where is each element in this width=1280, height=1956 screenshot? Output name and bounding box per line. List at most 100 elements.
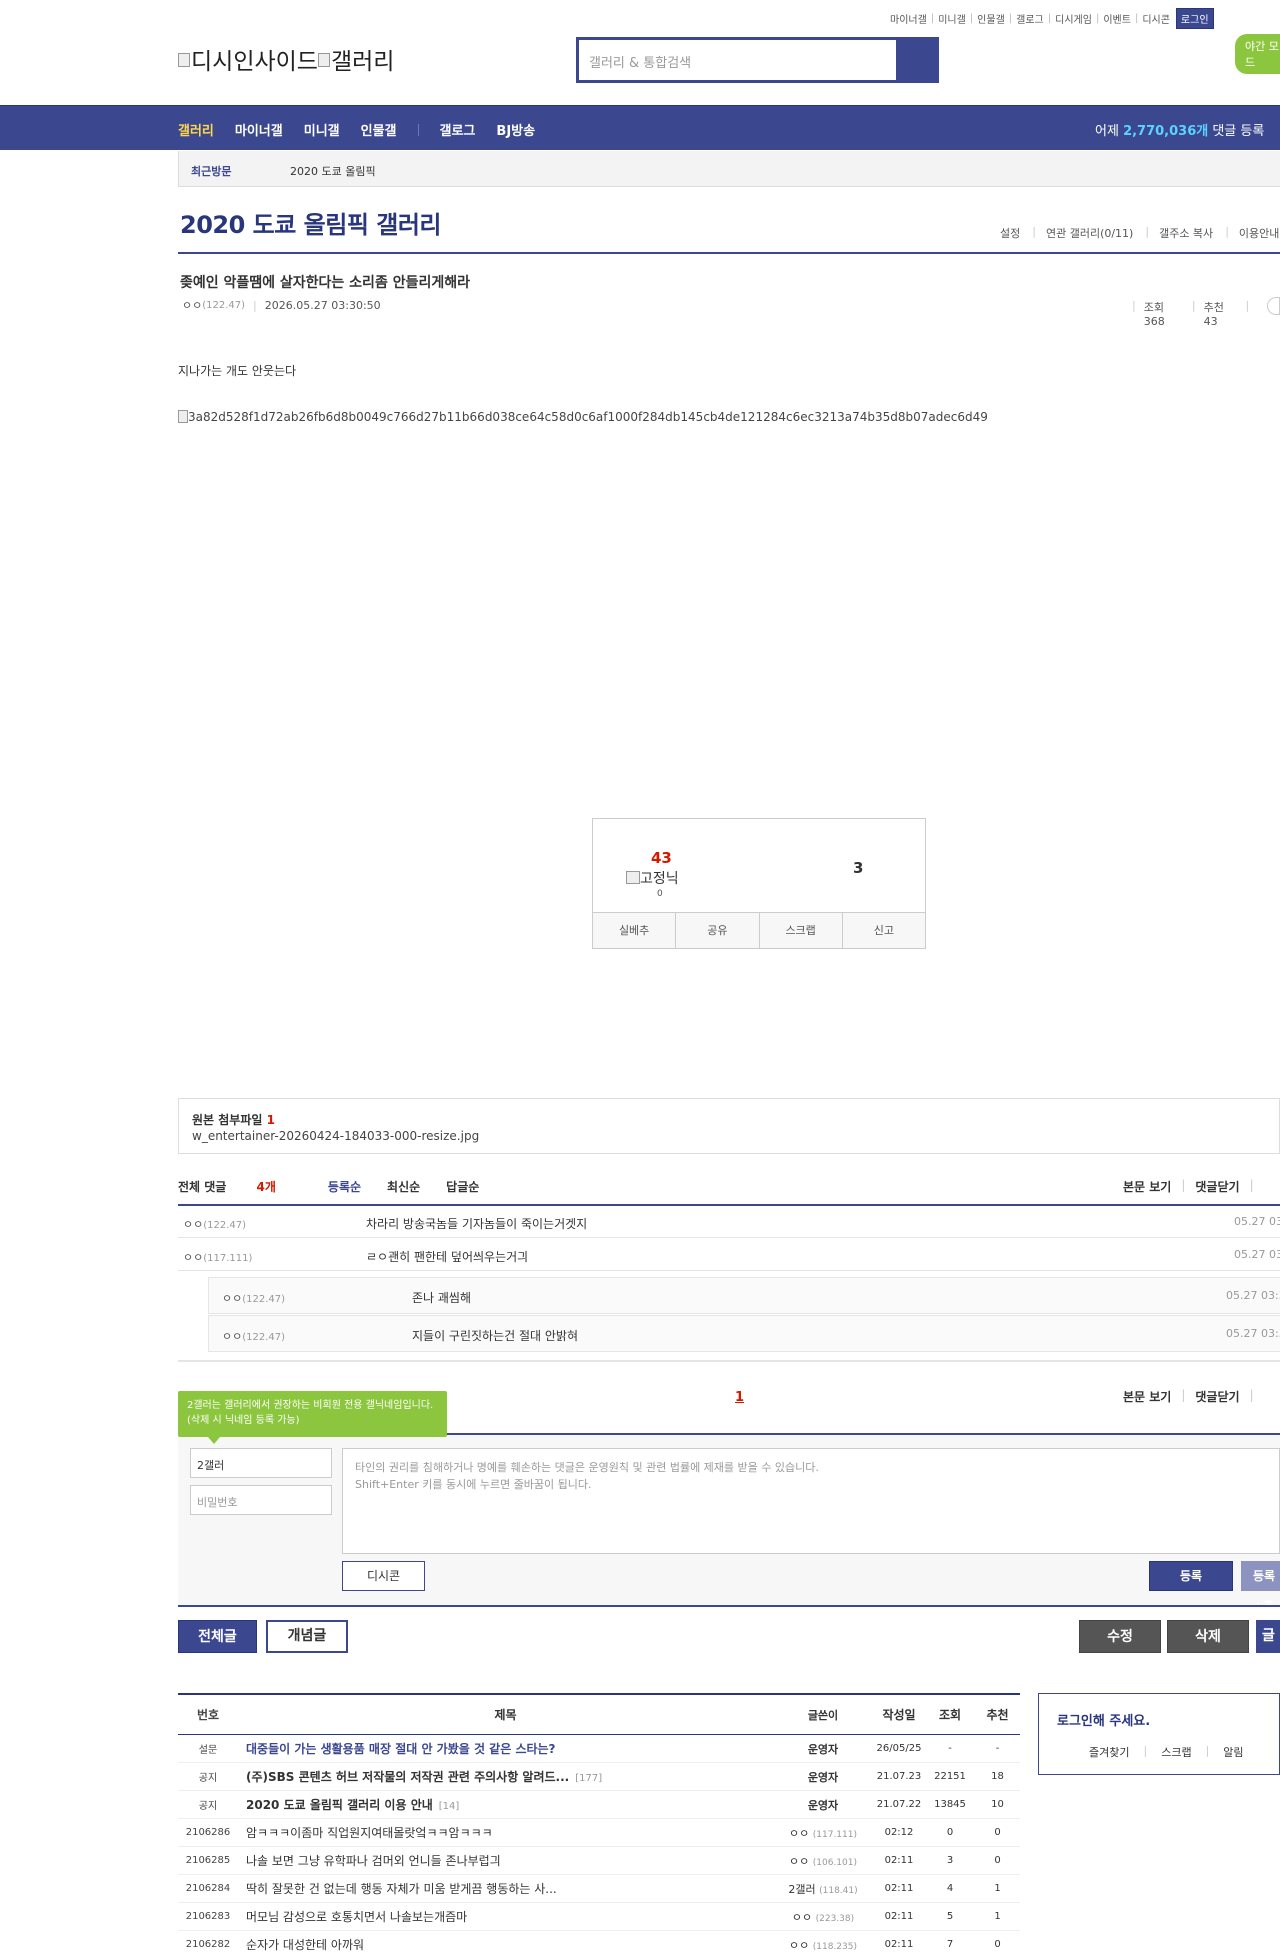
comment-textarea[interactable]: 타인의 권리를 침해하거나 명예를 훼손하는 댓글은 운영원칙 및 관련 법률에… (342, 1448, 1280, 1554)
post-row[interactable]: 2106285 나솔 보면 그냥 유학파나 검머외 언니들 존나부럽긔 ㅇㅇ (10… (178, 1847, 1020, 1875)
search-input[interactable]: 갤러리 & 통합검색 (579, 40, 896, 80)
view-body-button[interactable]: 본문 보기 (1123, 1178, 1171, 1195)
post-row-date: 02:11 (884, 1939, 914, 1950)
attachment-file[interactable]: w_entertainer-20260424-184033-000-resize… (192, 1129, 479, 1143)
best-recommend-button[interactable]: 실베추 (593, 913, 677, 948)
topbar-link-event[interactable]: 이벤트 (1103, 11, 1131, 26)
post-row-num: 공지 (198, 1773, 218, 1784)
post-row[interactable]: 2106282 순자가 대성한테 아까워 ㅇㅇ (118.235) 02:11 7 0 (178, 1931, 1020, 1956)
reply-count[interactable]: [177] (575, 1773, 602, 1784)
post-row-title[interactable]: 딱히 잘못한 건 없는데 행동 자체가 미움 받게끔 행동하는 사... (238, 1880, 773, 1897)
comment-page-link[interactable]: 1 (735, 1390, 744, 1405)
recommend-down-count[interactable]: 3 (853, 859, 863, 877)
post-row-title[interactable]: 대중들이 가는 생활용품 매장 절대 안 가봤을 것 같은 스타는? (238, 1740, 773, 1757)
post-row-date: 02:12 (884, 1827, 914, 1838)
nav-bj[interactable]: BJ방송 (496, 120, 535, 139)
nav-person[interactable]: 인물갤 (361, 120, 397, 139)
report-button[interactable]: 신고 (843, 913, 925, 948)
nickname-input[interactable]: 2갤러 (190, 1448, 332, 1478)
topbar-link-person[interactable]: 인물갤 (977, 11, 1005, 26)
post-row-writer[interactable]: ㅇㅇ (223.38) (773, 1909, 873, 1925)
post-author[interactable]: ㅇㅇ (182, 297, 202, 313)
site-logo[interactable]: 디시인사이드 갤러리 (178, 42, 394, 76)
topbar-link-game[interactable]: 디시게임 (1055, 11, 1092, 26)
recent-visit-item[interactable]: 2020 도쿄 올림픽 (290, 163, 376, 179)
notification-link[interactable]: 알림 (1223, 1744, 1243, 1760)
nav-mini[interactable]: 미니갤 (304, 120, 340, 139)
writer-ip: (106.101) (812, 1857, 857, 1868)
close-comments-button[interactable]: 댓글닫기 (1195, 1178, 1239, 1195)
post-row-title[interactable]: (주)SBS 콘텐츠 허브 저작물의 저작권 관련 주의사항 알려드... [17… (238, 1768, 773, 1785)
usage-guide-link[interactable]: 이용안내 (1239, 225, 1279, 241)
register-button[interactable]: 등록 (1149, 1561, 1233, 1591)
post-row-writer[interactable]: 운영자 (773, 1741, 873, 1757)
post-row-writer[interactable]: ㅇㅇ (118.235) (773, 1937, 873, 1953)
post-image[interactable]: 3a82d528f1d72ab26fb6d8b0049c766d27b11b66… (178, 410, 988, 424)
post-row[interactable]: 2106283 머모님 감성으로 호통치면서 나솔보는개즘마 ㅇㅇ (223.38)… (178, 1903, 1020, 1931)
post-row-num: 공지 (198, 1801, 218, 1812)
post-row-date: 02:11 (884, 1883, 914, 1894)
post-row-writer[interactable]: 2갤러 (118.41) (773, 1881, 873, 1897)
login-button[interactable]: 로그인 (1175, 8, 1214, 29)
login-box: 로그인해 주세요. 즐겨찾기 | 스크랩 | 알림 (1038, 1693, 1280, 1775)
post-row-writer[interactable]: 운영자 (773, 1769, 873, 1785)
gallery-links: 설정 | 연관 갤러리(0/11) | 갤주소 복사 | 이용안내 (1000, 225, 1280, 241)
close-comments-button[interactable]: 댓글닫기 (1195, 1388, 1239, 1405)
post-row[interactable]: 설문 대중들이 가는 생활용품 매장 절대 안 가봤을 것 같은 스타는? 운영자 2… (178, 1735, 1020, 1763)
topbar-link-dccon[interactable]: 디시콘 (1142, 11, 1170, 26)
post-row-title[interactable]: 2020 도쿄 올림픽 갤러리 이용 안내 [14] (238, 1796, 773, 1813)
post-row-title[interactable]: 암ㅋㅋㅋ이좀마 직업원지여태몰랏엌ㅋㅋ암ㅋㅋㅋ (238, 1824, 773, 1841)
gallery-settings-link[interactable]: 설정 (1000, 225, 1020, 241)
top-utility-bar: 마이너갤 | 미니갤 | 인물갤 | 갤로그 | 디시게임 | 이벤트 | 디시콘 로그인 (890, 8, 1214, 29)
share-button[interactable]: 공유 (676, 913, 760, 948)
nav-gallog[interactable]: 갤로그 (440, 120, 476, 139)
post-row[interactable]: 2106284 딱히 잘못한 건 없는데 행동 자체가 미움 받게끔 행동하는 사… (178, 1875, 1020, 1903)
post-row-writer[interactable]: ㅇㅇ (117.111) (773, 1825, 873, 1841)
reply-count[interactable]: [14] (439, 1801, 460, 1812)
scrap-link[interactable]: 스크랩 (1161, 1744, 1191, 1760)
topbar-link-minor[interactable]: 마이너갤 (890, 11, 927, 26)
copy-address-link[interactable]: 갤주소 복사 (1159, 225, 1213, 241)
related-gallery-link[interactable]: 연관 갤러리(0/11) (1046, 225, 1133, 241)
post-row-num: 2106284 (185, 1883, 231, 1894)
post-row-title[interactable]: 머모님 감성으로 호통치면서 나솔보는개즘마 (238, 1908, 773, 1925)
sort-registered[interactable]: 등록순 (328, 1178, 361, 1195)
concept-posts-button[interactable]: 개념글 (266, 1620, 348, 1653)
all-posts-button[interactable]: 전체글 (178, 1620, 257, 1653)
nav-divider (417, 123, 419, 136)
more-icon[interactable] (1267, 297, 1280, 315)
view-body-button[interactable]: 본문 보기 (1123, 1388, 1171, 1405)
login-prompt[interactable]: 로그인해 주세요. (1057, 1710, 1150, 1729)
delete-button[interactable]: 삭제 (1167, 1620, 1249, 1653)
nav-minor[interactable]: 마이너갤 (235, 120, 283, 139)
topbar-link-mini[interactable]: 미니갤 (938, 11, 966, 26)
broken-image-icon (178, 53, 190, 67)
post-row[interactable]: 2106286 암ㅋㅋㅋ이좀마 직업원지여태몰랏엌ㅋㅋ암ㅋㅋㅋ ㅇㅇ (117.11… (178, 1819, 1020, 1847)
post-row[interactable]: 공지 2020 도쿄 올림픽 갤러리 이용 안내 [14] 운영자 21.07.22 13… (178, 1791, 1020, 1819)
post-row-rec: - (995, 1743, 1000, 1754)
night-mode-button[interactable]: 야간 모드 (1235, 34, 1280, 74)
post-stats: | 조회 368 | 추천 43 | (1124, 297, 1280, 328)
post-row-title[interactable]: 나솔 보면 그냥 유학파나 검머외 언니들 존나부럽긔 (238, 1852, 773, 1869)
search-button[interactable] (896, 40, 936, 80)
sort-replies[interactable]: 답글순 (446, 1178, 479, 1195)
sort-latest[interactable]: 최신순 (387, 1178, 420, 1195)
topbar-link-gallog[interactable]: 갤로그 (1016, 11, 1044, 26)
scrap-button[interactable]: 스크랩 (760, 913, 843, 948)
post-row-writer[interactable]: ㅇㅇ (106.101) (773, 1853, 873, 1869)
write-button[interactable]: 글쓰기 (1256, 1620, 1280, 1653)
post-list-header: 번호 제목 글쓴이 작성일 조회 추천 (178, 1695, 1020, 1735)
dccon-button[interactable]: 디시콘 (342, 1561, 425, 1591)
post-row-writer[interactable]: 운영자 (773, 1797, 873, 1813)
gallery-title[interactable]: 2020 도쿄 올림픽 갤러리 (180, 205, 442, 240)
favorites-link[interactable]: 즐겨찾기 (1089, 1744, 1129, 1760)
post-row[interactable]: 공지 (주)SBS 콘텐츠 허브 저작물의 저작권 관련 주의사항 알려드...[… (178, 1763, 1020, 1791)
password-input[interactable]: 비밀번호 (190, 1485, 332, 1515)
post-row-title[interactable]: 순자가 대성한테 아까워 (238, 1936, 773, 1953)
recommend-up-count[interactable]: 43 (651, 849, 672, 867)
register-recommend-button[interactable]: 등록+추천 (1241, 1561, 1280, 1643)
edit-button[interactable]: 수정 (1079, 1620, 1161, 1653)
post-author-ip: (122.47) (202, 299, 246, 311)
nav-gallery[interactable]: 갤러리 (178, 120, 214, 139)
fixed-nick-recommend[interactable]: 고정닉 (626, 868, 679, 888)
